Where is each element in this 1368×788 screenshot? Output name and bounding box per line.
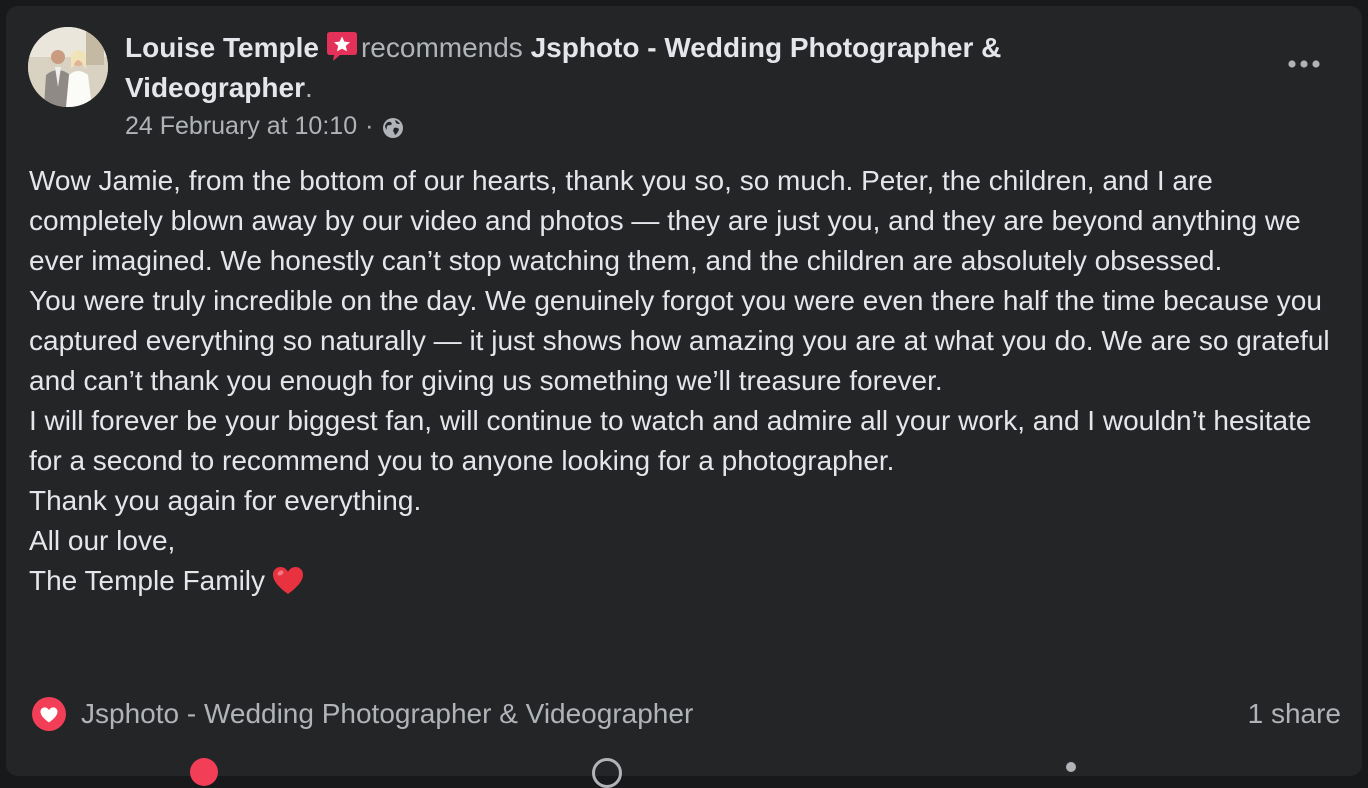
love-reaction-icon[interactable] — [31, 696, 67, 732]
author-name-link[interactable]: Louise Temple — [125, 32, 319, 63]
avatar-photo — [28, 27, 108, 107]
author-avatar[interactable] — [28, 27, 108, 107]
post-timestamp-link[interactable]: 24 February at 10:10 — [125, 108, 357, 144]
red-heart-emoji-icon — [271, 564, 305, 598]
recommends-text: recommends — [360, 32, 523, 63]
post-body: Wow Jamie, from the bottom of our hearts… — [29, 161, 1349, 601]
body-paragraph: You were truly incredible on the day. We… — [29, 285, 1338, 396]
body-closing-line: The Temple Family — [29, 561, 1349, 601]
body-paragraph: All our love, — [29, 525, 176, 556]
body-paragraph: Wow Jamie, from the bottom of our hearts… — [29, 165, 1309, 276]
body-paragraph: The Temple Family — [29, 565, 266, 596]
share-action-icon[interactable] — [1066, 762, 1076, 772]
meta-separator: · — [365, 112, 374, 140]
body-paragraph: Thank you again for everything. — [29, 485, 422, 516]
shares-count-link[interactable]: 1 share — [1248, 698, 1341, 730]
more-options-icon[interactable] — [1282, 46, 1326, 82]
globe-icon[interactable] — [381, 114, 405, 138]
like-action-icon[interactable] — [190, 758, 218, 786]
post-header: Louise Temple recommends Jsphoto - Weddi… — [125, 28, 1165, 108]
comment-action-icon[interactable] — [592, 758, 622, 788]
recommendation-star-icon — [325, 29, 359, 63]
reacted-by-link[interactable]: Jsphoto - Wedding Photographer & Videogr… — [81, 698, 693, 730]
body-paragraph: I will forever be your biggest fan, will… — [29, 405, 1320, 476]
post-card: Louise Temple recommends Jsphoto - Weddi… — [6, 6, 1362, 788]
page-name-suffix: . — [304, 72, 313, 103]
post-footer: Jsphoto - Wedding Photographer & Videogr… — [31, 694, 1341, 734]
post-meta: 24 February at 10:10 · — [125, 108, 405, 144]
